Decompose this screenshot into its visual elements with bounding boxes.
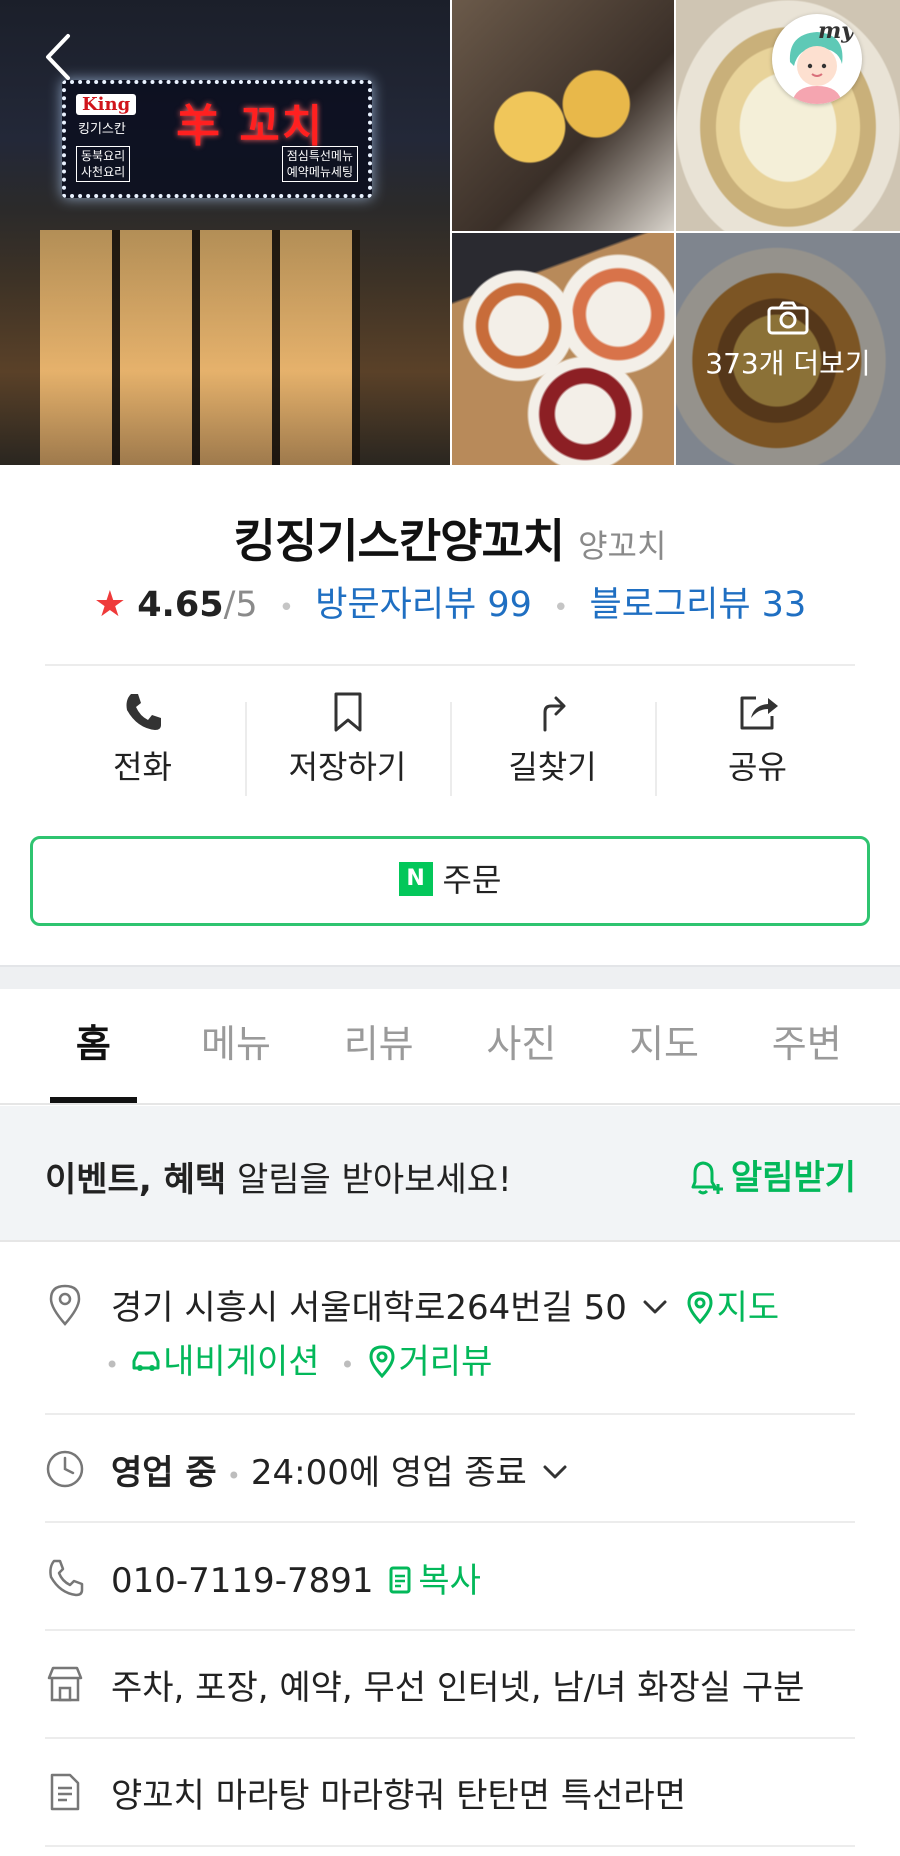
call-button[interactable]: 전화 — [40, 690, 245, 805]
phone-icon — [126, 694, 161, 730]
separator-dot: • — [226, 1462, 241, 1490]
back-arrow-icon — [46, 34, 70, 80]
directions-label: 길찾기 — [508, 748, 597, 786]
tab-reviews[interactable]: 리뷰 — [307, 989, 450, 1103]
hours-detail: 24:00에 영업 종료 — [250, 1453, 527, 1493]
naver-n-icon: N — [398, 862, 433, 896]
tab-home[interactable]: 홈 — [22, 989, 165, 1103]
directions-icon — [543, 696, 565, 732]
address-row: 경기 시흥시 서울대학로264번길 50 지도 • 내비게이션 • 거리뷰 — [45, 1280, 855, 1390]
tab-map[interactable]: 지도 — [593, 989, 736, 1103]
keywords-text: 양꼬치 마라탕 마라향궈 탄탄면 특선라면 — [111, 1776, 686, 1816]
navigation-link[interactable]: 내비게이션 — [163, 1342, 319, 1382]
amenities-row: 주차, 포장, 예약, 무선 인터넷, 남/녀 화장실 구분 — [45, 1660, 855, 1716]
notice-text: 이벤트, 혜택 알림을 받아보세요! — [45, 1152, 512, 1201]
save-button[interactable]: 저장하기 — [245, 690, 450, 805]
place-title-row: 킹징기스칸양꼬치 양꼬치 — [0, 505, 900, 571]
street-view-pin-icon — [365, 1344, 399, 1378]
section-gap — [0, 965, 900, 989]
clock-icon — [45, 1447, 85, 1491]
notice-rest-text: 알림을 받아보세요! — [226, 1160, 512, 1200]
location-pin-icon — [45, 1282, 85, 1326]
rating-row: ★ 4.65/5 • 방문자리뷰 99 • 블로그리뷰 33 — [0, 576, 900, 627]
store-icon — [45, 1662, 85, 1706]
call-label: 전화 — [113, 748, 172, 786]
visitor-reviews-link[interactable]: 방문자리뷰 99 — [315, 585, 532, 625]
bell-plus-icon — [691, 1161, 723, 1194]
separator-dot: • — [340, 1351, 355, 1379]
row-divider — [45, 1521, 855, 1523]
my-profile-button[interactable]: my — [772, 14, 862, 104]
row-divider — [45, 1413, 855, 1415]
copy-icon — [384, 1563, 418, 1597]
hours-status: 영업 중 — [111, 1453, 217, 1493]
action-bar: 전화 저장하기 길찾기 공유 — [40, 690, 860, 805]
keywords-row: 양꼬치 마라탕 마라향궈 탄탄면 특선라면 — [45, 1768, 855, 1824]
photo-gallery: King 킹기스칸 羊 꼬치 동북요리 사천요리 점심특선메뉴 예약메뉴세팅 m… — [0, 0, 900, 465]
photo-more-button[interactable]: 373개 더보기 — [676, 300, 900, 382]
sign-left-text: 동북요리 사천요리 — [76, 146, 131, 182]
order-label: 주문 — [442, 861, 502, 899]
address-line: 경기 시흥시 서울대학로264번길 50 지도 — [111, 1280, 779, 1329]
street-view-link[interactable]: 거리뷰 — [399, 1342, 493, 1382]
directions-button[interactable]: 길찾기 — [450, 690, 655, 805]
notice-bold-text: 이벤트, 혜택 — [45, 1160, 227, 1200]
tab-photos[interactable]: 사진 — [450, 989, 593, 1103]
row-divider — [45, 1737, 855, 1739]
address-links: • 내비게이션 • 거리뷰 — [105, 1334, 493, 1383]
separator-dot: • — [553, 593, 569, 623]
tab-bar: 홈 메뉴 리뷰 사진 지도 주변 — [0, 989, 900, 1105]
save-label: 저장하기 — [288, 748, 407, 786]
separator-dot: • — [278, 593, 295, 623]
place-category: 양꼬치 — [578, 527, 667, 565]
store-sign: King 킹기스칸 羊 꼬치 동북요리 사천요리 점심특선메뉴 예약메뉴세팅 — [62, 80, 372, 198]
notification-banner: 이벤트, 혜택 알림을 받아보세요! 알림받기 — [0, 1106, 900, 1242]
star-icon: ★ — [93, 584, 127, 625]
tab-nearby[interactable]: 주변 — [735, 989, 878, 1103]
share-icon — [740, 696, 778, 730]
section-divider — [45, 664, 855, 666]
side-dishes-photo[interactable] — [452, 233, 674, 465]
sign-king-text: King — [76, 94, 137, 115]
subscribe-alerts-label: 알림받기 — [730, 1158, 856, 1198]
rating-max: /5 — [223, 585, 258, 625]
separator-dot: • — [105, 1351, 120, 1379]
phone-number[interactable]: 010-7119-7891 — [111, 1561, 374, 1601]
copy-phone-button[interactable]: 복사 — [418, 1561, 481, 1601]
document-icon — [45, 1770, 85, 1814]
tab-menu[interactable]: 메뉴 — [165, 989, 308, 1103]
chevron-down-icon[interactable] — [538, 1455, 572, 1489]
sign-main-text: 羊 꼬치 — [176, 101, 325, 152]
photo-count-label: 373개 더보기 — [705, 347, 871, 380]
row-divider — [45, 1629, 855, 1631]
rating-value: 4.65 — [137, 585, 224, 625]
subscribe-alerts-button[interactable]: 알림받기 — [685, 1150, 856, 1199]
bookmark-icon — [334, 692, 361, 732]
beer-photo[interactable] — [452, 0, 674, 231]
car-icon — [129, 1344, 163, 1378]
hours-line: 영업 중 • 24:00에 영업 종료 — [111, 1445, 572, 1494]
sign-right-text: 점심특선메뉴 예약메뉴세팅 — [281, 146, 358, 182]
sign-sub-text: 킹기스칸 — [78, 122, 126, 137]
back-button[interactable] — [38, 30, 82, 84]
row-divider — [45, 1845, 855, 1847]
map-link[interactable]: 지도 — [717, 1288, 780, 1328]
phone-outline-icon — [45, 1555, 85, 1599]
address-text[interactable]: 경기 시흥시 서울대학로264번길 50 — [111, 1288, 627, 1328]
share-label: 공유 — [728, 748, 787, 786]
store-window — [40, 230, 360, 465]
chevron-down-icon[interactable] — [638, 1290, 672, 1324]
blog-reviews-link[interactable]: 블로그리뷰 33 — [590, 585, 807, 625]
share-button[interactable]: 공유 — [655, 690, 860, 805]
place-name: 킹징기스칸양꼬치 — [233, 514, 566, 568]
camera-icon — [767, 301, 809, 335]
amenities-text: 주차, 포장, 예약, 무선 인터넷, 남/녀 화장실 구분 — [111, 1668, 805, 1708]
order-button[interactable]: N 주문 — [30, 836, 870, 926]
phone-row: 010-7119-7891 복사 — [45, 1553, 855, 1609]
map-pin-icon — [683, 1290, 717, 1324]
phone-line: 010-7119-7891 복사 — [111, 1553, 481, 1602]
hours-row[interactable]: 영업 중 • 24:00에 영업 종료 — [45, 1445, 855, 1501]
my-label: my — [817, 18, 854, 44]
